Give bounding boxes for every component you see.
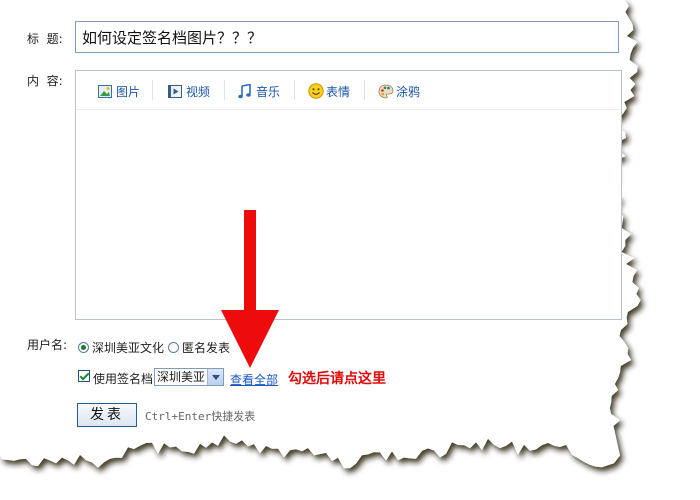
- title-input[interactable]: [75, 21, 619, 53]
- username-label: 用户名:: [27, 338, 68, 352]
- toolbar-image-label: 图片: [116, 84, 141, 99]
- content-label: 内 容:: [27, 74, 63, 88]
- music-icon: [238, 83, 251, 98]
- video-icon: [168, 84, 182, 98]
- content-editor: 图片 视频 音乐 表情 涂鸦: [75, 70, 622, 320]
- toolbar-music-label: 音乐: [256, 84, 281, 99]
- identity-radio-named-label: 深圳美亚文化: [92, 341, 165, 355]
- red-arrow-annotation: [221, 210, 279, 368]
- view-all-signatures-link[interactable]: 查看全部: [230, 371, 278, 388]
- toolbar-doodle-button[interactable]: 涂鸦: [378, 82, 420, 100]
- signature-select[interactable]: 深圳美亚: [154, 368, 224, 386]
- use-signature-label: 使用签名档: [93, 372, 154, 386]
- submit-button[interactable]: 发表: [77, 403, 137, 427]
- toolbar-video-label: 视频: [186, 84, 211, 99]
- image-icon: [98, 84, 112, 98]
- shortcut-hint: Ctrl+Enter快捷发表: [145, 410, 256, 423]
- annotation-note: 勾选后请点这里: [288, 371, 386, 387]
- palette-icon: [378, 84, 394, 98]
- smiley-icon: [308, 83, 324, 99]
- toolbar-divider: [152, 80, 153, 100]
- signature-select-value: 深圳美亚: [157, 370, 206, 384]
- toolbar-video-button[interactable]: 视频: [168, 82, 210, 100]
- content-textarea[interactable]: [76, 110, 621, 319]
- title-label: 标 题:: [27, 32, 63, 46]
- toolbar-divider: [294, 80, 295, 100]
- toolbar-divider: [224, 80, 225, 100]
- use-signature-checkbox[interactable]: [78, 370, 90, 382]
- radio-unselected-indicator: [168, 342, 179, 353]
- editor-toolbar: 图片 视频 音乐 表情 涂鸦: [76, 71, 621, 110]
- toolbar-doodle-label: 涂鸦: [396, 84, 421, 99]
- identity-radio-named[interactable]: 深圳美亚文化: [78, 339, 164, 356]
- chevron-down-icon[interactable]: [207, 369, 223, 385]
- toolbar-emoticon-label: 表情: [326, 84, 351, 99]
- toolbar-emoticon-button[interactable]: 表情: [308, 82, 350, 100]
- radio-selected-indicator: [78, 342, 89, 353]
- toolbar-music-button[interactable]: 音乐: [238, 82, 280, 100]
- toolbar-divider: [364, 80, 365, 100]
- toolbar-image-button[interactable]: 图片: [98, 82, 140, 100]
